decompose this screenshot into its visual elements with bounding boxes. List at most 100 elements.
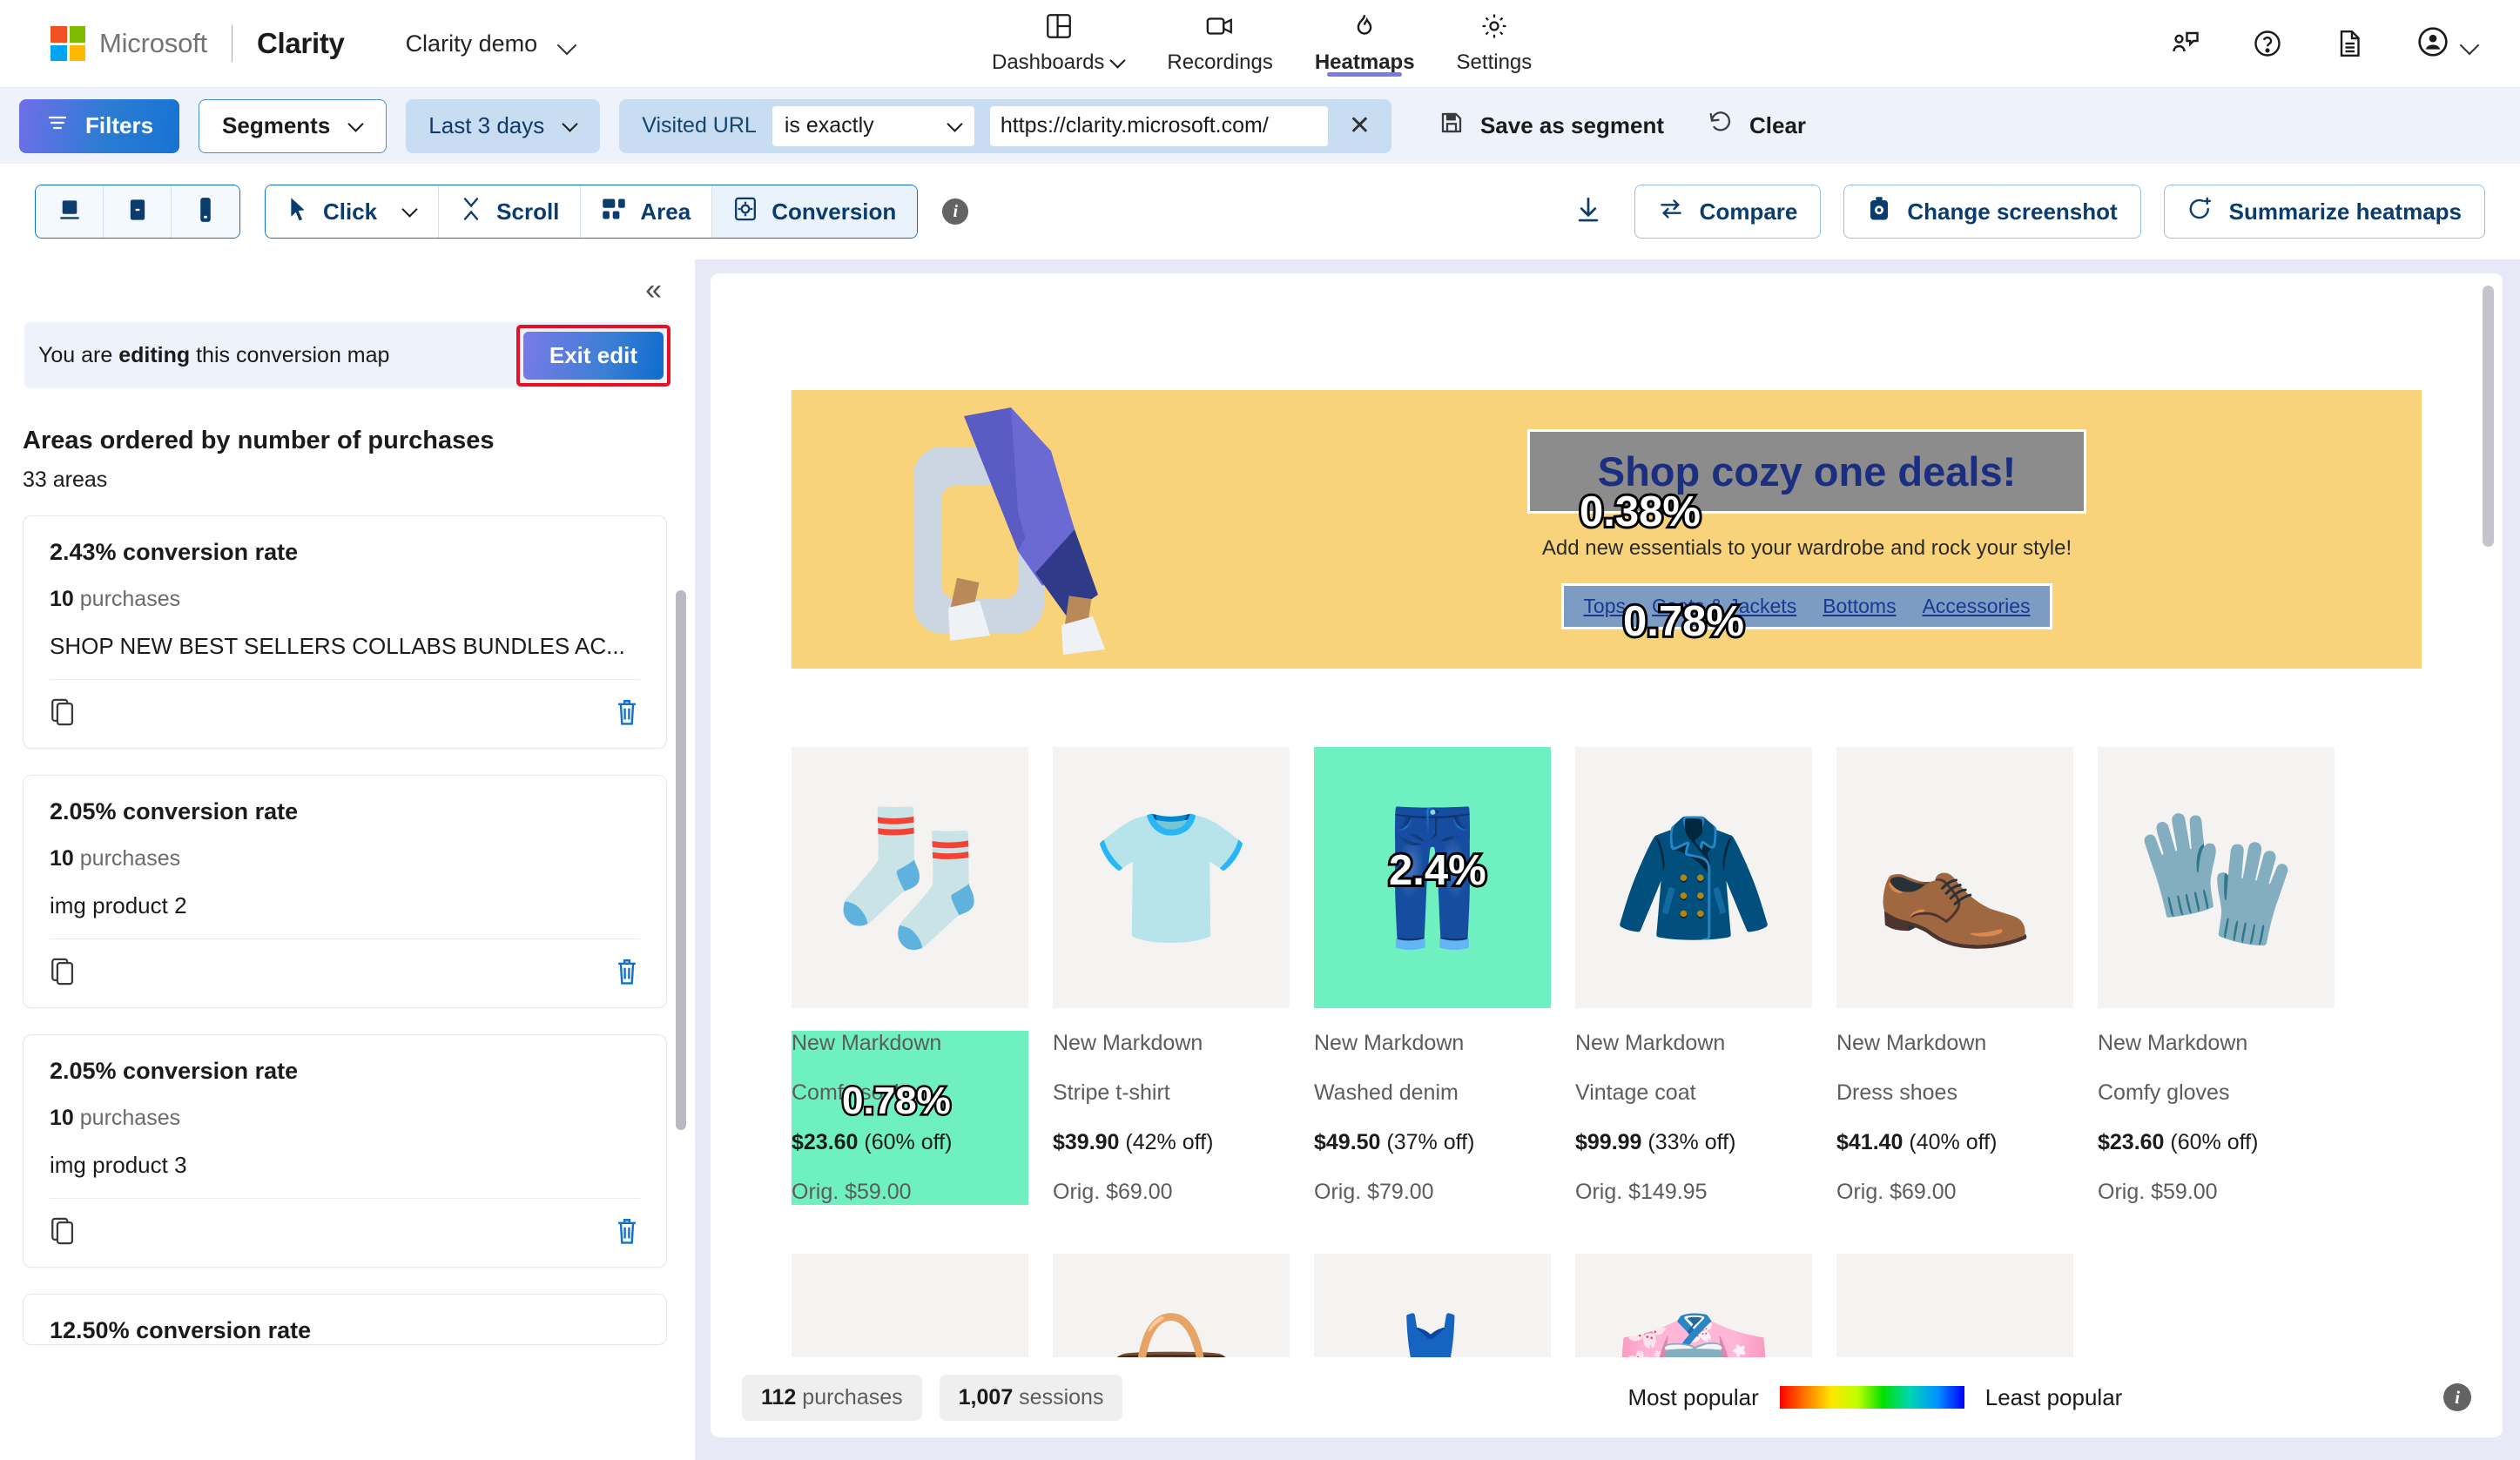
trash-icon[interactable] bbox=[614, 957, 640, 991]
exit-edit-button[interactable]: Exit edit bbox=[522, 331, 664, 380]
info-icon[interactable]: i bbox=[942, 198, 969, 225]
area-card[interactable]: 2.05% conversion rate 10 purchases img p… bbox=[23, 775, 667, 1008]
product-badge: New Markdown bbox=[792, 1031, 942, 1055]
product-card[interactable]: 👖 2.4% New Markdown Washed denim $49.50 … bbox=[1314, 747, 1551, 1205]
card-actions bbox=[50, 680, 640, 748]
chevron-down-icon bbox=[2463, 38, 2482, 49]
product-image: 👘 bbox=[1575, 1254, 1812, 1357]
chevron-down-icon bbox=[1111, 56, 1125, 70]
conversion-areas-panel: « You are editing this conversion map Ex… bbox=[0, 259, 695, 1460]
nav-item-dashboards[interactable]: Dashboards bbox=[971, 0, 1146, 87]
sessions-chip: 1,007 sessions bbox=[939, 1374, 1123, 1421]
heatmap-viewport[interactable]: Shop cozy one deals! Add new essentials … bbox=[711, 273, 2503, 1357]
mode-conversion-button[interactable]: Conversion bbox=[712, 185, 918, 238]
product-card[interactable]: 👝 bbox=[1836, 1254, 2073, 1357]
product-original-price: Orig. $59.00 bbox=[792, 1180, 912, 1204]
nav-item-recordings[interactable]: Recordings bbox=[1146, 0, 1293, 87]
area-card[interactable]: 12.50% conversion rate bbox=[23, 1294, 667, 1345]
url-value-input[interactable]: https://clarity.microsoft.com/ bbox=[989, 105, 1328, 146]
download-icon[interactable] bbox=[1565, 195, 1612, 229]
nav-item-heatmaps[interactable]: Heatmaps bbox=[1294, 0, 1436, 87]
legend-least-label: Least popular bbox=[1984, 1383, 2123, 1410]
mode-scroll-button[interactable]: Scroll bbox=[439, 185, 582, 238]
area-selector: img product 3 bbox=[50, 1152, 187, 1178]
hero-link-tops[interactable]: Tops bbox=[1583, 595, 1626, 618]
project-selector[interactable]: Clarity demo bbox=[406, 30, 580, 57]
segments-dropdown[interactable]: Segments bbox=[199, 98, 387, 153]
product-card[interactable]: 👜 bbox=[1053, 1254, 1290, 1357]
product-image: 👓 bbox=[792, 1254, 1028, 1357]
product-card[interactable]: 🧤 New Markdown Comfy gloves $23.60 (60% … bbox=[2098, 747, 2335, 1205]
top-navigation-bar: Microsoft Clarity Clarity demo Dashboard… bbox=[0, 0, 2520, 87]
clear-url-icon[interactable]: ✕ bbox=[1344, 112, 1376, 139]
mode-area-button[interactable]: Area bbox=[581, 185, 713, 238]
product-image: 👝 bbox=[1836, 1254, 2073, 1357]
scroll-icon bbox=[460, 197, 482, 227]
trash-icon[interactable] bbox=[614, 697, 640, 731]
info-icon[interactable]: i bbox=[2443, 1383, 2471, 1411]
product-card[interactable]: 🧦 New Markdown Comfy socks $23.60 (60% o… bbox=[792, 747, 1028, 1205]
purchase-count: 10 purchases bbox=[50, 587, 640, 612]
nav-text: Dashboards bbox=[992, 50, 1105, 74]
save-as-segment-button[interactable]: Save as segment bbox=[1439, 110, 1664, 142]
product-meta: New Markdown Comfy gloves $23.60 (60% of… bbox=[2098, 1031, 2335, 1205]
price-value: $41.40 bbox=[1836, 1130, 1903, 1154]
product-image: 🧥 bbox=[1575, 747, 1812, 1008]
viewport-scrollbar-thumb[interactable] bbox=[2483, 286, 2494, 547]
help-icon[interactable] bbox=[2252, 28, 2283, 59]
compare-button[interactable]: Compare bbox=[1634, 185, 1822, 239]
filters-button[interactable]: Filters bbox=[19, 98, 180, 153]
edit-banner-bold: editing bbox=[118, 342, 191, 367]
copy-icon[interactable] bbox=[50, 957, 77, 991]
device-desktop-button[interactable] bbox=[36, 185, 104, 238]
area-selector: img product 2 bbox=[50, 892, 187, 918]
copy-icon[interactable] bbox=[50, 697, 77, 731]
feedback-icon[interactable] bbox=[2170, 28, 2201, 59]
product-emoji: 🧥 bbox=[1612, 804, 1775, 951]
url-operator-select[interactable]: is exactly bbox=[771, 105, 974, 146]
panel-scrollbar[interactable] bbox=[676, 590, 686, 1460]
brand-area: Microsoft Clarity Clarity demo bbox=[0, 25, 579, 62]
overlay-hero-title-rate: 0.38% bbox=[1577, 486, 1703, 538]
copy-icon[interactable] bbox=[50, 1216, 77, 1250]
card-actions bbox=[50, 939, 640, 1007]
price-value: $99.99 bbox=[1575, 1130, 1642, 1154]
nav-item-settings[interactable]: Settings bbox=[1436, 0, 1553, 87]
product-card[interactable]: 👕 New Markdown Stripe t-shirt $39.90 (42… bbox=[1053, 747, 1290, 1205]
hero-link-bottoms[interactable]: Bottoms bbox=[1823, 595, 1896, 618]
product-card[interactable]: 👘 bbox=[1575, 1254, 1812, 1357]
change-screenshot-button[interactable]: Change screenshot bbox=[1843, 185, 2141, 239]
document-icon[interactable] bbox=[2334, 28, 2365, 59]
trash-icon[interactable] bbox=[614, 1216, 640, 1250]
mode-click-button[interactable]: Click bbox=[266, 185, 440, 238]
microsoft-logo-icon bbox=[51, 26, 85, 61]
visited-url-filter: Visited URL is exactly https://clarity.m… bbox=[619, 98, 1391, 153]
area-card[interactable]: 2.05% conversion rate 10 purchases img p… bbox=[23, 1034, 667, 1268]
viewport-scrollbar[interactable] bbox=[2483, 286, 2494, 1345]
product-card[interactable]: 🧥 New Markdown Vintage coat $99.99 (33% … bbox=[1575, 747, 1812, 1205]
clear-filters-button[interactable]: Clear bbox=[1708, 110, 1806, 142]
product-emoji: 👗 bbox=[1351, 1319, 1514, 1357]
product-emoji: 🧦 bbox=[828, 804, 992, 951]
chevron-down-icon bbox=[563, 119, 577, 133]
product-image: 👗 bbox=[1314, 1254, 1551, 1357]
product-card[interactable]: 👗 bbox=[1314, 1254, 1551, 1357]
summarize-heatmaps-button[interactable]: Summarize heatmaps bbox=[2163, 185, 2485, 239]
purchase-count: 10 purchases bbox=[50, 1106, 640, 1131]
hero-link-accessories[interactable]: Accessories bbox=[1923, 595, 2031, 618]
price-value: $23.60 bbox=[2098, 1130, 2165, 1154]
date-range-dropdown[interactable]: Last 3 days bbox=[406, 98, 601, 153]
chevron-down-icon bbox=[560, 38, 579, 49]
account-menu[interactable] bbox=[2416, 24, 2482, 64]
product-badge: New Markdown bbox=[1314, 1031, 1465, 1055]
product-emoji: 👞 bbox=[1873, 804, 2037, 951]
collapse-left-icon[interactable]: « bbox=[645, 275, 662, 305]
filters-label: Filters bbox=[85, 112, 154, 138]
device-tablet-button[interactable] bbox=[104, 185, 172, 238]
area-card[interactable]: 2.43% conversion rate 10 purchases SHOP … bbox=[23, 515, 667, 749]
product-card[interactable]: 👞 New Markdown Dress shoes $41.40 (40% o… bbox=[1836, 747, 2073, 1205]
product-card[interactable]: 👓 bbox=[792, 1254, 1028, 1357]
panel-scrollbar-thumb[interactable] bbox=[676, 590, 686, 1130]
product-image: 👜 bbox=[1053, 1254, 1290, 1357]
device-mobile-button[interactable] bbox=[172, 185, 239, 238]
